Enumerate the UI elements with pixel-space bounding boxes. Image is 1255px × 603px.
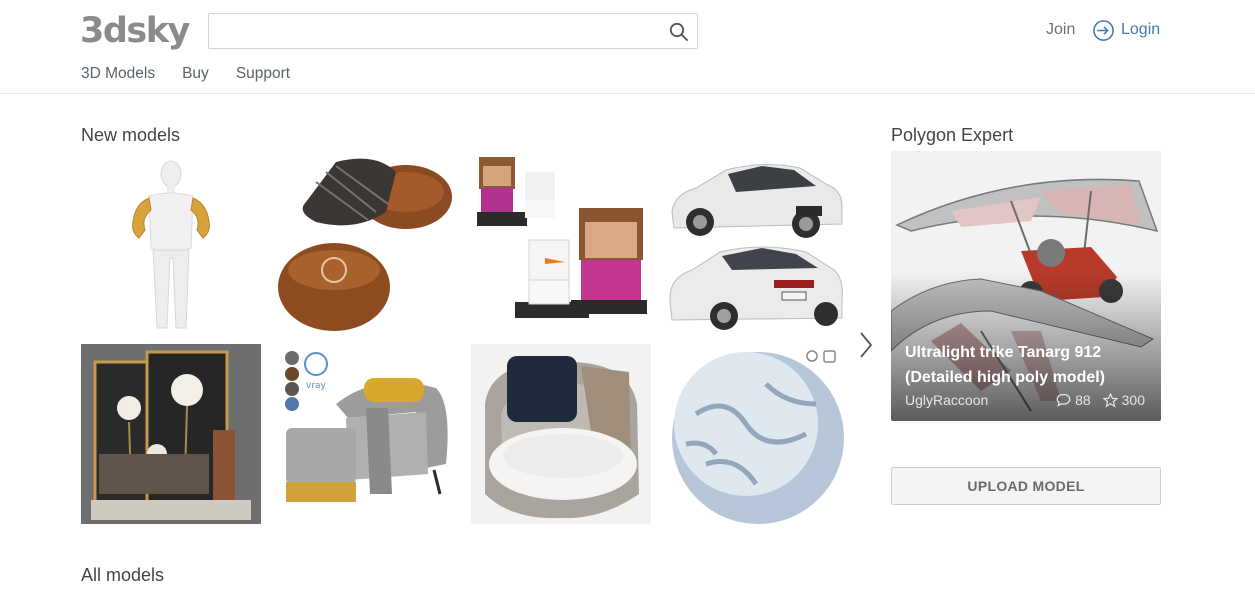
featured-model-title[interactable]: Ultralight trike Tanarg 912 (Detailed hi…	[905, 340, 1145, 390]
model-thumbnail	[471, 344, 651, 524]
model-thumbnail	[471, 152, 651, 332]
model-thumbnail: vray	[276, 344, 456, 524]
nav-item-3d-models[interactable]: 3D Models	[81, 64, 155, 84]
search-icon[interactable]	[669, 22, 689, 42]
featured-model-author[interactable]: UglyRaccoon	[905, 391, 988, 409]
model-thumbnail	[81, 344, 261, 524]
nav-item-support[interactable]: Support	[236, 64, 290, 84]
model-tile[interactable]	[81, 344, 261, 524]
comment-icon	[1056, 393, 1071, 407]
model-tile[interactable]: vray	[276, 344, 456, 524]
site-logo[interactable]: 3dsky	[80, 10, 190, 52]
search-bar	[208, 13, 698, 49]
featured-model-stats: 88 300	[1056, 391, 1145, 409]
model-tile[interactable]	[81, 152, 261, 332]
model-thumbnail	[666, 152, 846, 332]
login-icon	[1093, 19, 1114, 41]
login-link[interactable]: Login	[1092, 18, 1160, 42]
comments-count: 88	[1075, 392, 1091, 408]
upload-model-button[interactable]: UPLOAD MODEL	[891, 467, 1161, 505]
model-thumbnail	[81, 152, 261, 332]
new-models-title: New models	[81, 125, 181, 145]
all-models-title: All models	[81, 565, 165, 585]
carousel-next-icon[interactable]	[857, 330, 875, 360]
featured-model-card[interactable]: Ultralight trike Tanarg 912 (Detailed hi…	[891, 151, 1161, 421]
search-input[interactable]	[209, 14, 649, 48]
site-header: 3dsky Join Login 3D Models Buy Support	[0, 0, 1255, 94]
main-nav: 3D Models Buy Support	[81, 64, 290, 84]
model-tile[interactable]	[666, 344, 846, 524]
model-tile[interactable]	[666, 152, 846, 332]
model-tile[interactable]	[471, 344, 651, 524]
stars-count: 300	[1121, 392, 1145, 408]
login-label: Login	[1121, 21, 1161, 38]
model-tile[interactable]	[471, 152, 651, 332]
model-thumbnail	[276, 152, 456, 332]
model-thumbnail	[666, 344, 846, 524]
star-icon	[1102, 392, 1118, 408]
polygon-expert-title: Polygon Expert	[891, 125, 1014, 145]
join-link[interactable]: Join	[1046, 20, 1075, 40]
svg-text:vray: vray	[306, 381, 327, 391]
nav-item-buy[interactable]: Buy	[182, 64, 209, 84]
model-tile[interactable]	[276, 152, 456, 332]
